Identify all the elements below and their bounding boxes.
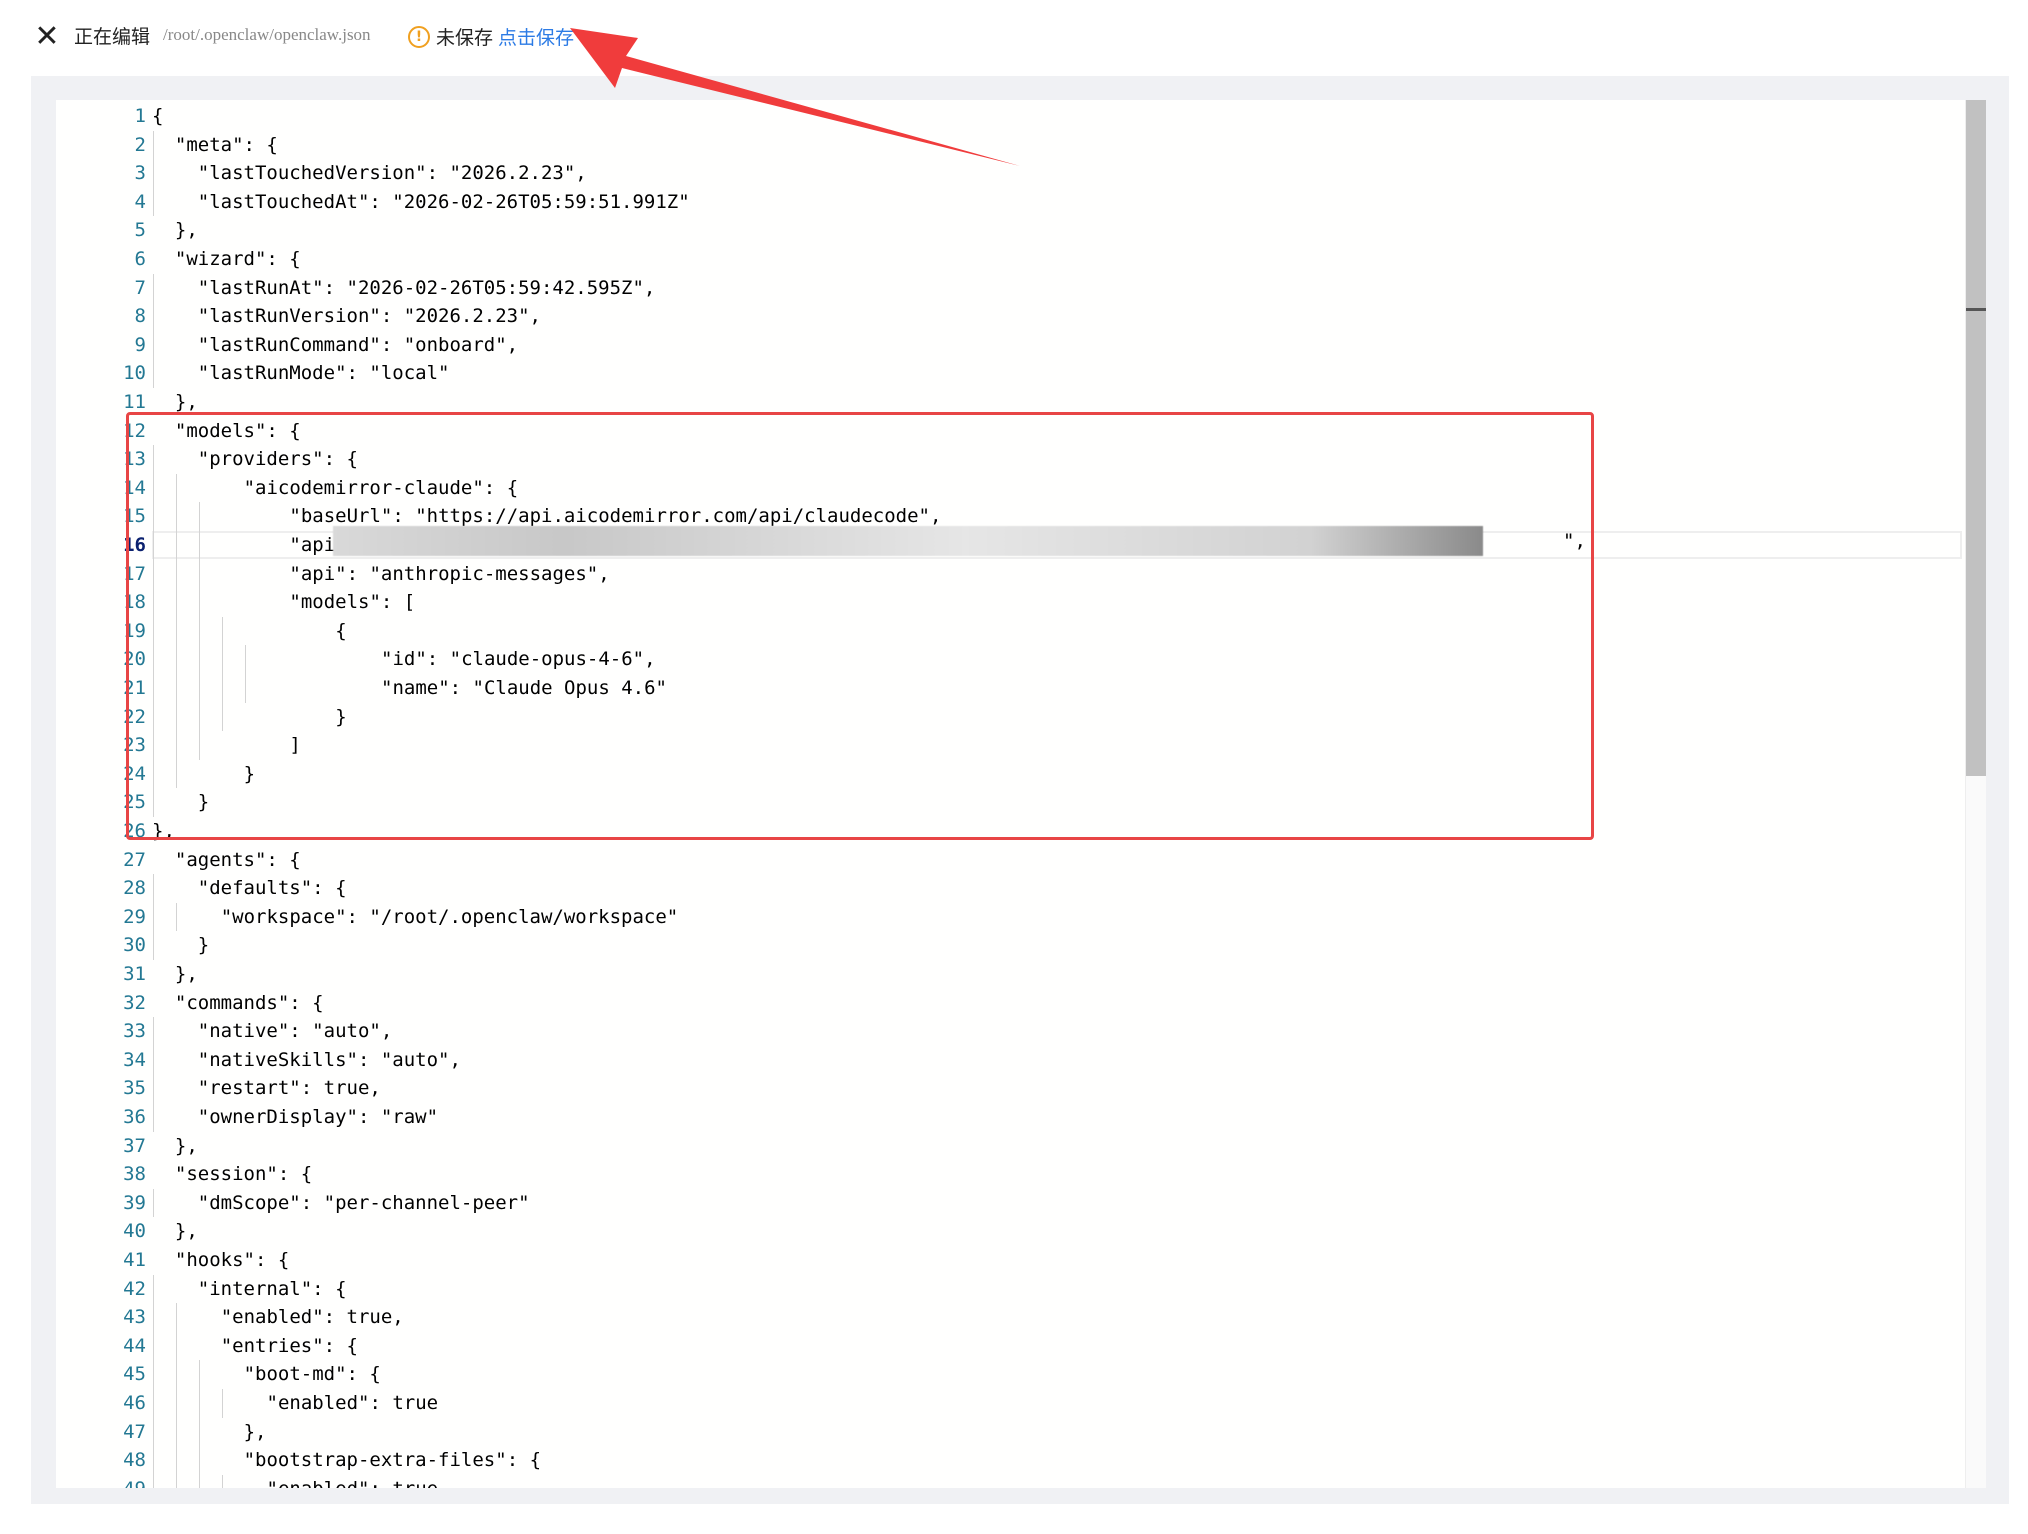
code-line: "lastRunCommand": "onboard", [197,333,519,356]
code-line: "lastRunAt": "2026-02-26T05:59:42.595Z", [197,276,656,299]
scrollbar-thumb[interactable] [1966,100,1986,776]
line-number: 36 [123,1106,146,1128]
indent-guide [221,1389,223,1418]
line-number: 33 [123,1020,146,1043]
line-number: 47 [123,1420,146,1443]
line-number: 40 [123,1220,146,1243]
code-line: "lastRunMode": "local" [197,362,450,385]
code-line: "entries": { [220,1334,358,1357]
indent-guide [153,874,154,960]
annotation-arrow-icon [570,28,1020,166]
code-line: "agents": { [174,848,301,871]
line-number: 3 [134,162,146,185]
annotation-highlight-box [126,412,1594,840]
code-line: }, [174,963,198,985]
scrollbar-cursor-marker [1966,308,1986,311]
code-line: "enabled": true [266,1392,439,1414]
indent-guide [175,902,177,932]
code-line: "ownerDisplay": "raw" [197,1106,439,1128]
code-line: "boot-md": { [243,1363,381,1386]
line-number: 9 [134,333,146,356]
line-number: 41 [123,1249,146,1271]
line-number: 10 [123,362,146,385]
indent-guide [153,1274,154,1488]
code-line: "dmScope": "per-channel-peer" [197,1191,530,1214]
code-line: "enabled": true [267,1475,439,1488]
line-number: 46 [123,1392,146,1414]
indent-guide [221,1474,223,1488]
warning-circle-icon: ! [408,26,430,48]
line-number: 48 [123,1449,146,1472]
line-number: 49 [56,1475,146,1488]
line-number: 45 [123,1363,146,1386]
code-line: "hooks": { [174,1249,290,1271]
line-number: 2 [134,133,146,156]
editing-label: 正在编辑 [74,26,151,48]
code-line: "lastTouchedAt": "2026-02-26T05:59:51.99… [197,190,690,213]
unsaved-status: 未保存 [436,27,494,49]
code-line: { [152,105,164,127]
line-number: 29 [123,905,146,928]
line-number: 4 [134,190,146,213]
file-path: /root/.openclaw/openclaw.json [163,25,371,44]
line-number: 42 [123,1277,146,1300]
code-line: } [197,934,210,957]
line-number: 38 [123,1163,146,1186]
code-line: "lastTouchedVersion": "2026.2.23", [197,162,587,185]
line-number: 37 [123,1134,146,1157]
line-number: 31 [123,963,146,985]
line-number: 5 [134,219,146,242]
code-line: "workspace": "/root/.openclaw/workspace" [220,905,679,928]
indent-guide [153,1017,154,1132]
code-line: "restart": true, [197,1077,381,1100]
code-line: }, [174,1134,198,1157]
code-line: "wizard": { [174,248,301,270]
code-line: "session": { [174,1163,313,1186]
indent-guide [153,1188,154,1218]
indent-guide [153,130,154,217]
line-number: 35 [123,1077,146,1100]
line-number: 27 [123,848,146,871]
close-icon[interactable]: ✕ [30,20,64,54]
line-number: 30 [123,934,146,957]
code-line: "bootstrap-extra-files": { [243,1449,542,1472]
line-number: 8 [134,305,146,328]
code-line: }, [174,219,198,242]
line-number: 6 [134,248,146,270]
code-line: }, [243,1420,267,1443]
line-number: 1 [134,105,146,127]
line-number: 44 [123,1334,146,1357]
code-line: "meta": { [174,133,278,156]
line-number: 7 [134,276,146,299]
indent-guide [153,273,154,388]
code-line: }, [174,1220,198,1243]
line-number: 32 [123,991,146,1014]
line-number: 34 [123,1048,146,1071]
indent-guide [198,1360,200,1488]
code-line: "enabled": true, [220,1306,404,1329]
line-number: 39 [123,1191,146,1214]
code-line: "lastRunVersion": "2026.2.23", [197,305,541,328]
code-line: "internal": { [197,1277,347,1300]
code-line: "defaults": { [197,877,347,900]
code-line: "native": "auto", [197,1020,393,1043]
line-number: 43 [123,1306,146,1329]
indent-guide [175,1303,177,1488]
code-line: "commands": { [174,991,324,1014]
vertical-scrollbar[interactable] [1965,100,1986,1488]
code-line: "nativeSkills": "auto", [197,1048,461,1071]
line-number: 28 [123,877,146,900]
